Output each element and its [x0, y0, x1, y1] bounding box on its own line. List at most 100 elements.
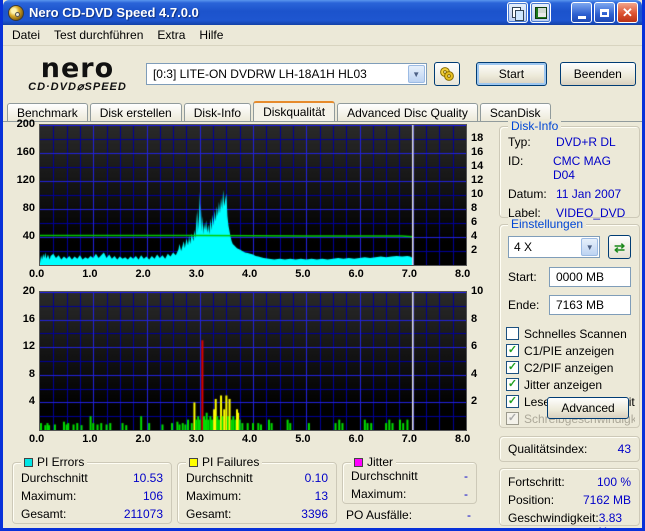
minimize-icon [577, 15, 586, 19]
right-axis-tick: 6 [471, 340, 478, 353]
drive-select[interactable]: [0:3] LITE-ON DVDRW LH-18A1H HL03 ▼ [145, 63, 427, 85]
disk-info-value: CMC MAG D04 [552, 154, 611, 182]
stat-label: Durchschnitt [351, 469, 418, 483]
tab-disk-erstellen[interactable]: Disk erstellen [89, 103, 182, 121]
x-axis-tick: 7.0 [401, 268, 418, 280]
menu-bar: Datei Test durchführen Extra Hilfe [3, 25, 642, 46]
beenden-button[interactable]: Beenden [559, 62, 636, 86]
x-axis-tick: 6.0 [348, 268, 364, 280]
app-window: Nero CD-DVD Speed 4.7.0.0 ✕ Datei Test d… [0, 0, 645, 531]
po-failures-label: PO Ausfälle: [346, 508, 413, 522]
tab-diskqualitaet[interactable]: Diskqualität [253, 101, 336, 121]
stat-label: Durchschnitt [186, 471, 253, 485]
copy-button[interactable] [507, 2, 528, 23]
stat-value: 106 [142, 489, 163, 503]
save-icon [534, 6, 547, 19]
menu-hilfe[interactable]: Hilfe [192, 26, 230, 44]
checkbox-jitter-anzeigen[interactable]: ✓ Jitter anzeigen [506, 376, 635, 393]
jitter-swatch [354, 457, 363, 467]
pi-failures-swatch [189, 457, 198, 467]
close-button[interactable]: ✕ [617, 2, 638, 23]
start-field[interactable]: 0000 MB [548, 267, 631, 287]
x-axis-tick: 4.0 [242, 433, 258, 445]
right-axis-tick: 10 [471, 285, 484, 297]
pi-failures-legend-label: PI Failures [202, 455, 260, 469]
chevron-down-icon[interactable]: ▼ [407, 65, 425, 83]
drive-select-value: [0:3] LITE-ON DVDRW LH-18A1H HL03 [152, 67, 367, 81]
stat-label: Maximum: [351, 487, 407, 501]
position-value: 7162 MB [582, 493, 631, 507]
right-axis-tick: 4 [471, 367, 478, 380]
gold-discs-icon [440, 67, 454, 81]
pi-errors-right-axis: 2 4 6 8 10 12 14 16 18 [467, 124, 493, 266]
pi-failures-legend: PI Failures [186, 455, 263, 469]
start-field-label: Start: [508, 270, 537, 284]
checkbox-icon[interactable]: ✓ [506, 378, 519, 391]
progress-value: 100 % [596, 475, 631, 489]
disk-info-title: Disk-Info [508, 119, 562, 133]
start-button[interactable]: Start [476, 62, 547, 86]
stat-value: 211073 [123, 507, 163, 521]
pi-errors-stats-panel: PI Errors Durchschnitt 10.53 Maximum: 106 … [12, 455, 172, 524]
jitter-legend: Jitter [351, 455, 397, 469]
pi-errors-chart: 40 80 120 160 200 2 4 6 8 10 12 14 16 18 0.0 1.0 2.0 3.… [9, 118, 493, 281]
right-axis-tick: 18 [471, 132, 484, 144]
end-field[interactable]: 7163 MB [548, 295, 631, 315]
speed-value: 3.83 X [598, 511, 623, 528]
pi-errors-legend: PI Errors [21, 455, 88, 469]
chevron-down-icon[interactable]: ▼ [581, 238, 599, 256]
jitter-legend-label: Jitter [367, 455, 394, 469]
pi-failures-plot [39, 291, 467, 431]
checkbox-label: Schnelles Scannen [524, 326, 627, 341]
checkbox-icon[interactable]: ✓ [506, 395, 519, 408]
x-axis-tick: 8.0 [455, 268, 471, 280]
save-button[interactable] [530, 2, 551, 23]
menu-test-durchfuehren[interactable]: Test durchführen [47, 26, 150, 44]
stat-value: 3396 [301, 507, 328, 521]
advanced-button[interactable]: Advanced [547, 397, 629, 419]
menu-extra[interactable]: Extra [150, 26, 192, 44]
y-axis-tick: 80 [22, 202, 35, 214]
x-axis-tick: 3.0 [188, 433, 205, 445]
y-axis-tick: 12 [22, 340, 35, 353]
stat-value: 0.10 [304, 471, 328, 485]
maximize-button[interactable] [594, 2, 615, 23]
right-axis-tick: 16 [471, 146, 484, 158]
window-title: Nero CD-DVD Speed 4.7.0.0 [29, 5, 199, 20]
copy-icon [512, 6, 524, 21]
x-axis-tick: 5.0 [295, 433, 311, 445]
disk-info-panel: Disk-Info Typ: DVD+R DL ID: CMC MAG D04 Da… [499, 119, 640, 220]
refresh-button[interactable]: ⇄ [608, 235, 631, 259]
checkbox-icon[interactable]: ✓ [506, 344, 519, 357]
y-axis-tick: 160 [16, 146, 35, 158]
checkbox-icon[interactable] [506, 327, 519, 340]
tab-disk-info[interactable]: Disk-Info [183, 103, 252, 121]
x-axis-tick: 3.0 [188, 268, 205, 280]
pi-failures-x-axis: 0.0 1.0 2.0 3.0 4.0 5.0 6.0 7.0 8.0 [29, 431, 470, 446]
disk-info-label: Typ: [508, 135, 531, 149]
checkbox-label: C1/PIE anzeigen [524, 343, 615, 358]
header: nero CD·DVD⌀SPEED [0:3] LITE-ON DVDRW LH… [3, 46, 642, 102]
refresh-icon: ⇄ [614, 239, 626, 255]
checkbox-schnelles-scannen[interactable]: Schnelles Scannen [506, 325, 635, 342]
x-axis-tick: 0.0 [29, 433, 45, 445]
tab-advanced-disc-quality[interactable]: Advanced Disc Quality [337, 103, 478, 121]
checkbox-icon[interactable]: ✓ [506, 361, 519, 374]
checkbox-c1-pie-anzeigen[interactable]: ✓ C1/PIE anzeigen [506, 342, 635, 359]
quality-index-label: Qualitätsindex: [508, 442, 588, 456]
settings-title: Einstellungen [508, 217, 587, 231]
right-axis-tick: 4 [471, 230, 478, 242]
eject-button[interactable] [433, 62, 461, 86]
app-disc-icon [8, 4, 24, 21]
right-axis-tick: 10 [471, 188, 484, 200]
right-axis-tick: 2 [471, 395, 478, 408]
title-bar[interactable]: Nero CD-DVD Speed 4.7.0.0 ✕ [3, 0, 642, 25]
y-axis-tick: 20 [22, 285, 35, 297]
x-axis-tick: 1.0 [82, 268, 98, 280]
minimize-button[interactable] [571, 2, 592, 23]
quality-index-panel: Qualitätsindex: 43 [499, 436, 640, 462]
speed-select[interactable]: 4 X ▼ [508, 236, 601, 258]
menu-datei[interactable]: Datei [5, 26, 47, 44]
checkbox-c2-pif-anzeigen[interactable]: ✓ C2/PIF anzeigen [506, 359, 635, 376]
x-axis-tick: 0.0 [29, 268, 45, 280]
